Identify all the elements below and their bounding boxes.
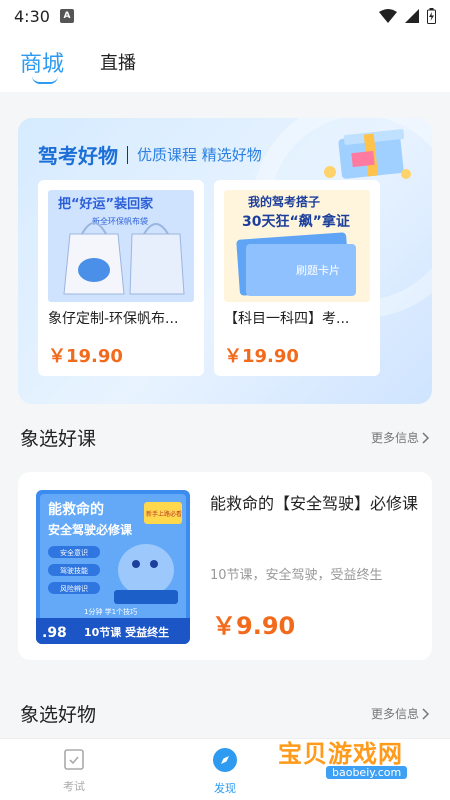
nav-discover[interactable]: 发现 [195,747,255,796]
product-price-2: ￥19.90 [224,346,299,367]
course-section-header: 象选好课 更多信息 [20,424,430,451]
flash-cards-image: 我的驾考搭子 30天狂“飙”拿证 刷题卡片 [224,190,370,302]
poster2-line2: 30天狂“飙”拿证 [242,213,350,230]
tab-shop[interactable]: 商城 [20,46,65,84]
goods-more-label: 更多信息 [370,707,419,721]
status-time: 4:30 [14,6,50,26]
goods-section-title: 象选好物 [20,704,97,726]
poster-title2: 安全驾驶必修课 [48,522,133,537]
hero-banner: 驾考好物 优质课程 精选好物 把“好运”装回家 新全环保帆布袋 象仔定制-环保帆… [18,118,432,404]
sim-icon: A [59,9,74,23]
watermark-logo: 宝贝游戏网 baobeiy.com [270,732,430,788]
nav-discover-label: 发现 [214,782,236,795]
course-poster-image: 能救命的 安全驾驶必修课 新手上路必看 安全意识 驾驶技能 风险辨识 1分钟 学… [36,490,190,644]
hero-title-main: 驾考好物 [38,144,118,168]
watermark-text: 宝贝游戏网 [278,740,403,768]
poster-price: .98 [42,625,67,641]
poster1-headline: 把“好运”装回家 [58,196,154,212]
course-poster: 能救命的 安全驾驶必修课 新手上路必看 安全意识 驾驶技能 风险辨识 1分钟 学… [36,490,190,644]
poster2-line1: 我的驾考搭子 [248,194,320,209]
signal-icon [405,9,419,23]
product-name-1: 象仔定制-环保帆布... [48,311,179,327]
product-image-1: 把“好运”装回家 新全环保帆布袋 [48,190,194,302]
poster-item-3: 风险辨识 [60,584,88,593]
product-card-2[interactable]: 我的驾考搭子 30天狂“飙”拿证 刷题卡片 【科目一科四】考... ￥19.90 [214,180,380,376]
exam-clipboard-icon [64,749,84,770]
course-section-title: 象选好课 [20,428,97,450]
poster-tagline: 1分钟 学1个技巧 [84,607,137,616]
poster1-sub: 新全环保帆布袋 [92,216,148,226]
tab-shop-label: 商城 [20,52,65,77]
chevron-right-icon [422,707,430,720]
product-card-1[interactable]: 把“好运”装回家 新全环保帆布袋 象仔定制-环保帆布... ￥19.90 [38,180,204,376]
poster-bottom: 10节课 受益终生 [84,625,169,639]
goods-section-header: 象选好物 更多信息 [20,700,430,727]
compass-icon [213,748,237,772]
tote-bag-image: 把“好运”装回家 新全环保帆布袋 [48,190,194,302]
course-title: 能救命的【安全驾驶】必修课 [210,494,419,513]
product-price-1: ￥19.90 [48,346,123,367]
poster-item-2: 驾驶技能 [60,566,88,575]
chevron-right-icon [422,431,430,444]
course-more-label: 更多信息 [370,431,419,445]
battery-icon [427,8,436,24]
course-description: 10节课，安全驾驶，受益终生 [210,568,383,583]
status-icons [379,8,436,24]
product-image-2: 我的驾考搭子 30天狂“飙”拿证 刷题卡片 [224,190,370,302]
watermark-url: baobeiy.com [326,766,408,779]
gift-box-icon [324,129,411,179]
poster-title1: 能救命的 [48,501,104,518]
nav-exam-label: 考试 [63,780,85,793]
poster-badge: 新手上路必看 [146,510,182,518]
nav-exam[interactable]: 考试 [44,747,104,794]
course-more-link[interactable]: 更多信息 [371,429,430,446]
course-price: ￥9.90 [212,612,296,640]
hero-title: 驾考好物 优质课程 精选好物 [38,140,262,169]
status-bar: 4:30 A [0,0,450,32]
tab-active-indicator [32,76,58,84]
poster-item-1: 安全意识 [60,548,88,557]
poster2-card: 刷题卡片 [296,264,340,277]
product-name-2: 【科目一科四】考... [224,311,350,327]
wifi-icon [379,9,397,23]
goods-more-link[interactable]: 更多信息 [371,705,430,722]
top-tab-bar: 商城 直播 [0,32,450,92]
hero-subtitle: 优质课程 精选好物 [137,146,262,164]
tab-live[interactable]: 直播 [100,49,136,75]
divider [127,145,128,164]
course-card[interactable]: 能救命的 安全驾驶必修课 新手上路必看 安全意识 驾驶技能 风险辨识 1分钟 学… [18,472,432,660]
